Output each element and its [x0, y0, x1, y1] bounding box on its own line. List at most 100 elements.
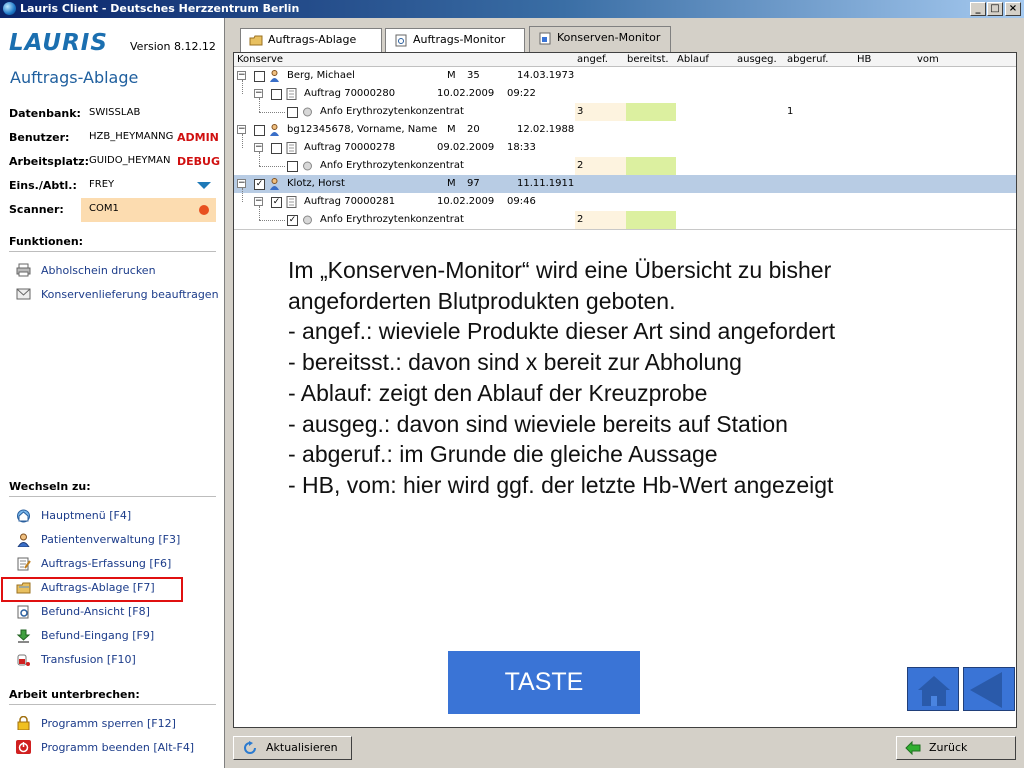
order-label: Auftrag 70000278 — [304, 142, 396, 153]
bereitst-cell — [626, 103, 676, 121]
col-abgeruf[interactable]: abgeruf. — [787, 53, 828, 67]
magnifier-document-icon — [17, 605, 29, 619]
home-button[interactable] — [907, 667, 959, 711]
row-checkbox-checked[interactable]: ✓ — [287, 215, 298, 226]
patient-age: 20 — [467, 124, 480, 135]
tab-label: Auftrags-Monitor — [413, 33, 506, 46]
nav-befund-ansicht[interactable]: Befund-Ansicht [F8] — [41, 605, 150, 618]
collapse-toggle[interactable]: − — [254, 89, 263, 98]
nav-transfusion[interactable]: Transfusion [F10] — [41, 653, 136, 666]
product-label: Anfo Erythrozytenkonzentrat — [320, 214, 464, 225]
product-row[interactable]: Anfo Erythrozytenkonzentrat 3 1 — [234, 98, 1016, 121]
row-checkbox[interactable] — [271, 143, 282, 154]
row-checkbox[interactable] — [254, 71, 265, 82]
nav-hauptmenue[interactable]: Hauptmenü [F4] — [41, 509, 131, 522]
nav-auftrags-erfassung[interactable]: Auftrags-Erfassung [F6] — [41, 557, 171, 570]
printer-icon — [16, 263, 31, 277]
order-row[interactable]: − Auftrag 70000278 09.02.2009 18:33 — [234, 134, 1016, 157]
tree-line — [259, 152, 260, 166]
row-checkbox[interactable] — [287, 161, 298, 172]
datenbank-value: SWISSLAB — [89, 107, 141, 118]
minimize-button[interactable]: _ — [970, 2, 986, 16]
grid-bottom-line — [234, 229, 1016, 230]
patient-row[interactable]: − bg12345678, Vorname, Name M 20 12.02.1… — [234, 121, 1016, 139]
window-title: Lauris Client - Deutsches Herzzentrum Be… — [20, 2, 300, 15]
row-checkbox-checked[interactable]: ✓ — [271, 197, 282, 208]
collapse-toggle[interactable]: − — [237, 125, 246, 134]
aktualisieren-button[interactable]: Aktualisieren — [233, 736, 352, 760]
patient-row[interactable]: − Berg, Michael M 35 14.03.1973 — [234, 67, 1016, 85]
app-globe-icon — [3, 2, 16, 15]
tab-auftrags-monitor[interactable]: Auftrags-Monitor — [385, 28, 525, 52]
nav-befund-eingang[interactable]: Befund-Eingang [F9] — [41, 629, 154, 642]
collapse-toggle[interactable]: − — [254, 143, 263, 152]
collapse-toggle[interactable]: − — [237, 71, 246, 80]
tree-line — [242, 188, 243, 202]
patient-icon — [270, 124, 279, 136]
highlight-box — [1, 577, 183, 602]
col-ausgeg[interactable]: ausgeg. — [737, 53, 777, 67]
order-time: 18:33 — [507, 142, 536, 153]
document-icon — [286, 196, 297, 208]
back-arrow-icon — [970, 672, 1002, 708]
col-hb[interactable]: HB — [857, 53, 871, 67]
scanner-label: Scanner: — [9, 203, 64, 216]
taste-button[interactable]: TASTE — [448, 651, 640, 714]
product-row[interactable]: ✓ Anfo Erythrozytenkonzentrat 2 — [234, 206, 1016, 229]
page-title: Auftrags-Ablage — [10, 68, 139, 87]
back-arrow-button[interactable] — [963, 667, 1015, 711]
blood-document-icon — [539, 32, 551, 45]
col-angef[interactable]: angef. — [577, 53, 608, 67]
patient-row-selected[interactable]: − ✓ Klotz, Horst M 97 11.11.1911 — [234, 175, 1016, 193]
collapse-toggle[interactable]: − — [237, 179, 246, 188]
konservenlieferung-link[interactable]: Konservenlieferung beauftragen — [41, 288, 219, 301]
tree-line — [259, 206, 260, 220]
row-checkbox[interactable] — [271, 89, 282, 100]
sidebar: LAURIS Version 8.12.12 Auftrags-Ablage D… — [0, 18, 225, 768]
debug-badge: DEBUG — [177, 155, 220, 168]
row-checkbox[interactable] — [254, 125, 265, 136]
refresh-icon — [244, 741, 256, 754]
order-date: 10.02.2009 — [437, 88, 495, 99]
collapse-toggle[interactable]: − — [254, 197, 263, 206]
benutzer-value: HZB_HEYMANNG — [89, 131, 174, 142]
eins-dropdown[interactable]: FREY — [89, 179, 114, 190]
explanation-line: - angef.: wieviele Produkte dieser Art s… — [288, 318, 836, 345]
zurueck-button[interactable]: Zurück — [896, 736, 1016, 760]
tree-line — [259, 220, 285, 221]
patient-dob: 14.03.1973 — [517, 70, 575, 81]
lock-icon — [17, 716, 30, 730]
col-bereitst[interactable]: bereitst. — [627, 53, 669, 67]
col-ablauf[interactable]: Ablauf — [677, 53, 709, 67]
download-arrow-icon — [16, 629, 31, 643]
interrupt-title: Arbeit unterbrechen: — [9, 688, 140, 701]
maximize-button[interactable]: □ — [987, 2, 1003, 16]
angef-value: 3 — [577, 106, 584, 117]
arbeitsplatz-label: Arbeitsplatz: — [9, 155, 89, 168]
tree-line — [259, 98, 260, 112]
programm-sperren-link[interactable]: Programm sperren [F12] — [41, 717, 176, 730]
order-time: 09:46 — [507, 196, 536, 207]
folder-icon — [249, 35, 263, 46]
product-label: Anfo Erythrozytenkonzentrat — [320, 106, 464, 117]
document-icon — [286, 88, 297, 100]
row-checkbox-checked[interactable]: ✓ — [254, 179, 265, 190]
explanation-line: - HB, vom: hier wird ggf. der letzte Hb-… — [288, 471, 834, 498]
col-vom[interactable]: vom — [917, 53, 939, 67]
explanation-text: Im „Konserven-Monitor“ wird eine Übersic… — [288, 255, 835, 501]
order-time: 09:22 — [507, 88, 536, 99]
product-row[interactable]: Anfo Erythrozytenkonzentrat 2 — [234, 152, 1016, 175]
col-konserve[interactable]: Konserve — [237, 53, 283, 67]
order-row[interactable]: − ✓ Auftrag 70000281 10.02.2009 09:46 — [234, 188, 1016, 211]
blood-drop-icon — [303, 107, 312, 117]
tab-auftrags-ablage[interactable]: Auftrags-Ablage — [240, 28, 382, 52]
nav-patientenverwaltung[interactable]: Patientenverwaltung [F3] — [41, 533, 180, 546]
chevron-down-icon[interactable] — [197, 182, 211, 189]
order-row[interactable]: − Auftrag 70000280 10.02.2009 09:22 — [234, 80, 1016, 103]
close-button[interactable]: × — [1005, 2, 1021, 16]
scanner-status-icon — [199, 205, 209, 215]
tab-konserven-monitor[interactable]: Konserven-Monitor — [529, 26, 671, 52]
row-checkbox[interactable] — [287, 107, 298, 118]
programm-beenden-link[interactable]: Programm beenden [Alt-F4] — [41, 741, 194, 754]
abholschein-drucken-link[interactable]: Abholschein drucken — [41, 264, 156, 277]
